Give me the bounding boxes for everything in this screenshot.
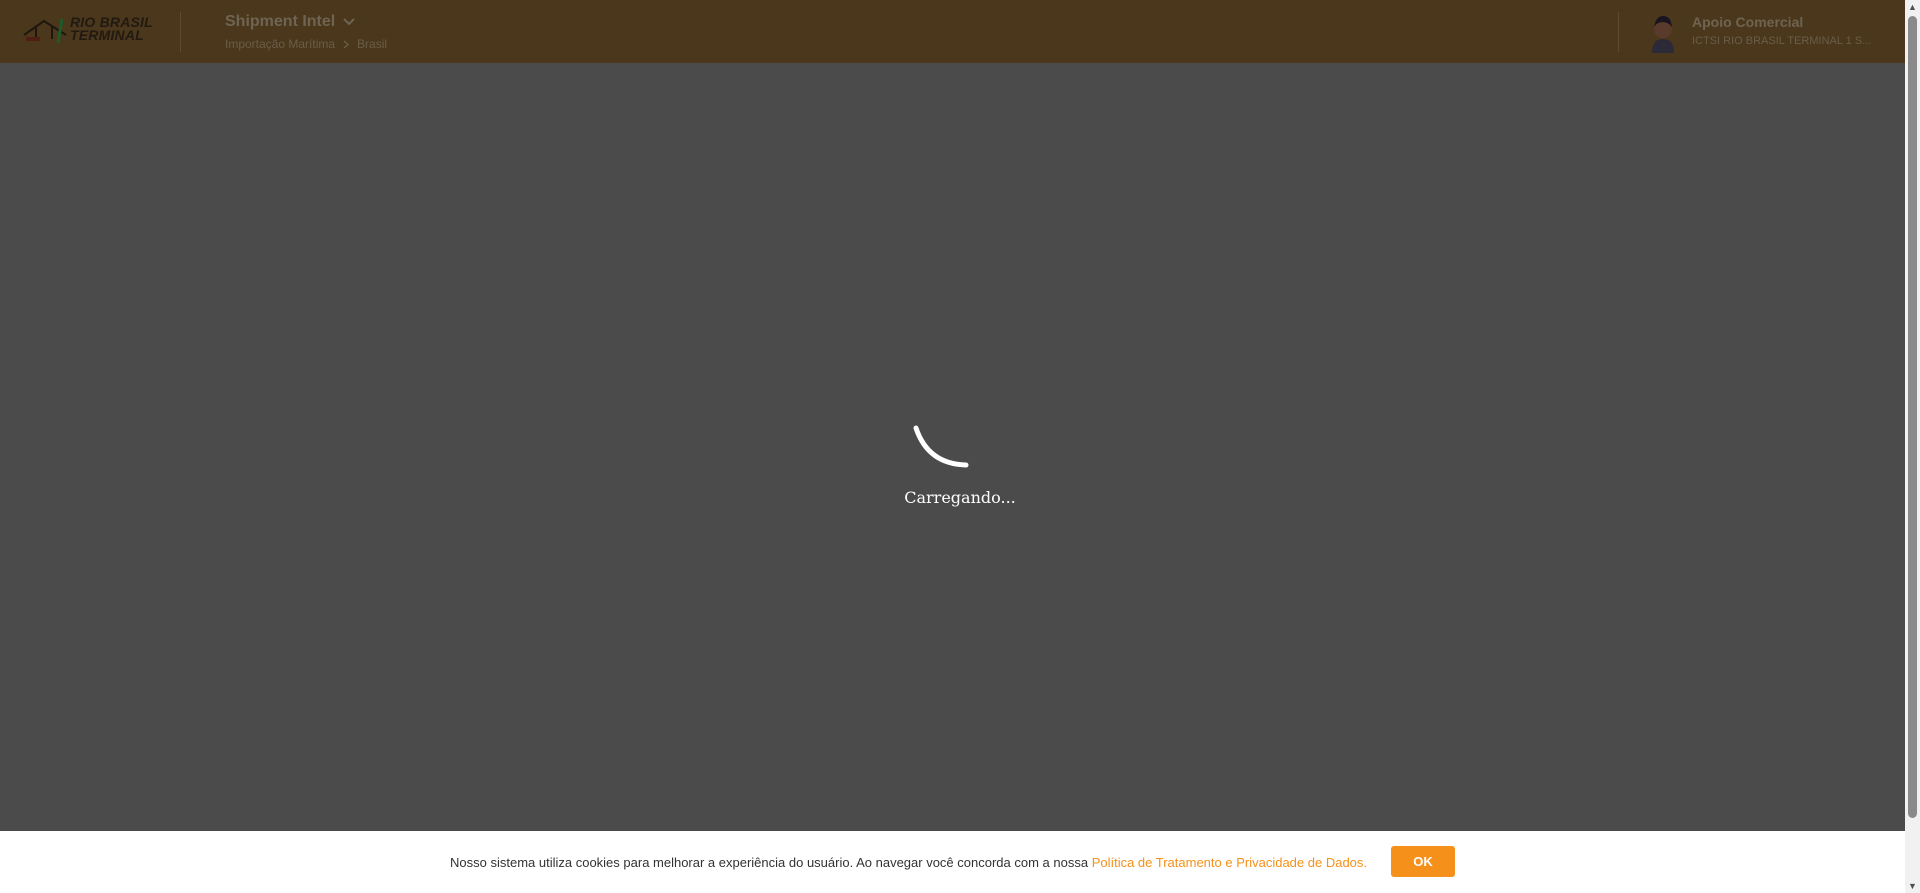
brand-logo[interactable]: RIO BRASIL TERMINAL [22, 13, 162, 47]
scroll-up-arrow-icon[interactable]: ▲ [1905, 0, 1920, 14]
chevron-right-icon [343, 39, 350, 49]
brand-logo-text: RIO BRASIL TERMINAL [70, 14, 153, 43]
scrollbar-thumb[interactable] [1908, 16, 1917, 818]
accept-cookies-button[interactable]: OK [1391, 846, 1455, 877]
cookie-message: Nosso sistema utiliza cookies para melho… [450, 855, 1367, 870]
cookie-banner: Nosso sistema utiliza cookies para melho… [0, 831, 1905, 893]
top-header: RIO BRASIL TERMINAL Shipment Intel Impor… [0, 0, 1905, 63]
module-selector[interactable]: Shipment Intel [225, 13, 355, 31]
module-title: Shipment Intel [225, 13, 336, 30]
user-organization: ICTSI RIO BRASIL TERMINAL 1 S... [1692, 35, 1872, 47]
page-scrollbar[interactable]: ▲ ▼ [1905, 0, 1920, 893]
breadcrumb-item[interactable]: Importação Marítima [225, 37, 335, 51]
chevron-down-icon [343, 18, 355, 26]
user-menu[interactable]: Apoio Comercial ICTSI RIO BRASIL TERMINA… [1648, 12, 1888, 53]
crane-logo-icon [23, 18, 67, 44]
header-divider [1618, 12, 1619, 52]
header-divider [180, 12, 181, 52]
breadcrumb-item[interactable]: Brasil [357, 37, 387, 51]
privacy-policy-link[interactable]: Política de Tratamento e Privacidade de … [1092, 855, 1367, 870]
user-name: Apoio Comercial [1692, 14, 1804, 30]
scroll-down-arrow-icon[interactable]: ▼ [1905, 879, 1920, 893]
avatar [1652, 16, 1674, 53]
breadcrumb: Importação Marítima Brasil [225, 37, 387, 51]
loading-text: Carregando... [904, 488, 1016, 507]
loading-spinner-icon [913, 425, 969, 468]
cookie-text: Nosso sistema utiliza cookies para melho… [450, 855, 1089, 870]
